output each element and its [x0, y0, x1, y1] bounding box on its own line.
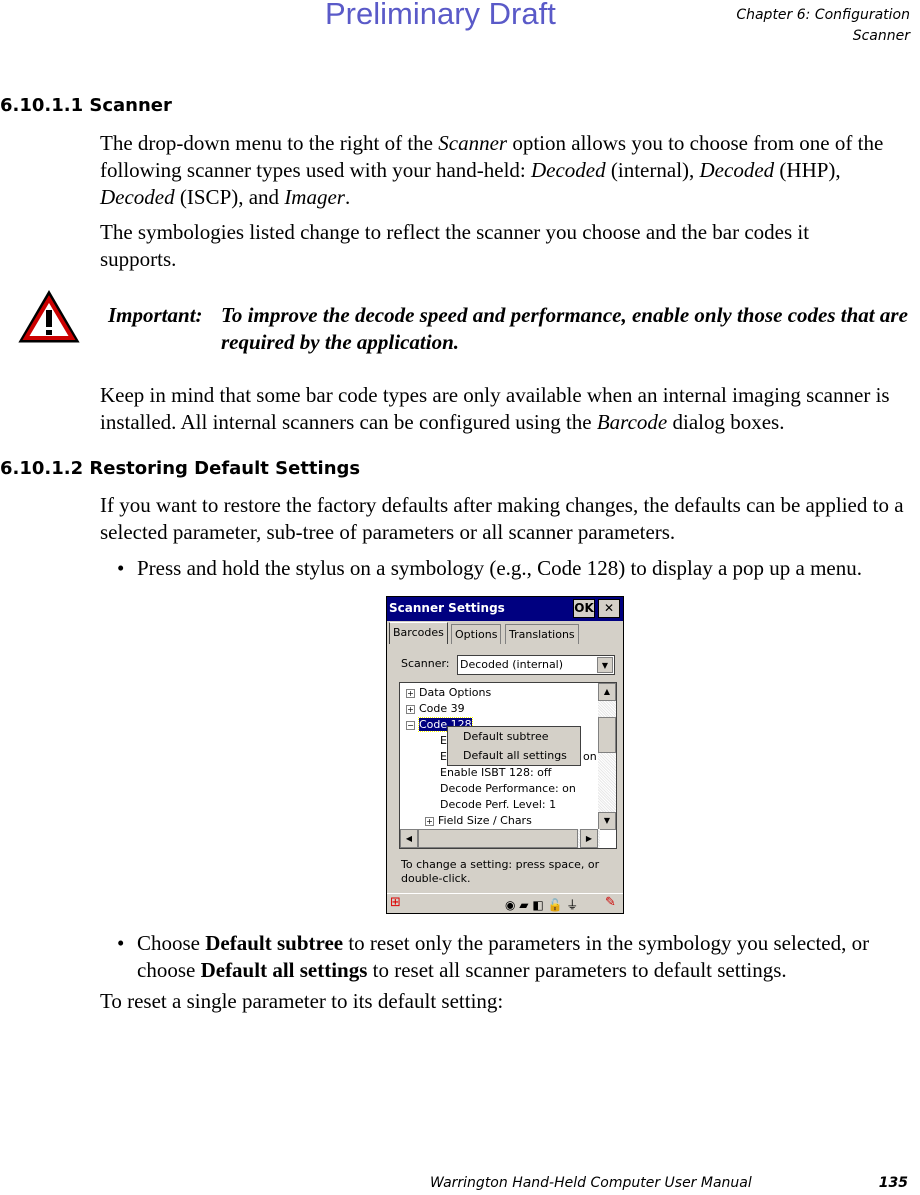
- scanner-label: Scanner:: [401, 657, 450, 670]
- heading-restoring-defaults: 6.10.1.2 Restoring Default Settings: [0, 458, 361, 479]
- tree-item[interactable]: Enable ISBT 128: off: [440, 766, 551, 779]
- paragraph-imaging: Keep in mind that some bar code types ar…: [100, 383, 890, 434]
- expand-icon: +: [406, 688, 415, 698]
- tree-item[interactable]: Decode Perf. Level: 1: [440, 798, 556, 811]
- paragraph-restore: If you want to restore the factory defau…: [100, 493, 904, 544]
- running-header: Chapter 6: Configuration Scanner: [736, 5, 910, 47]
- context-menu: Default subtree Default all settings: [447, 726, 581, 766]
- title-bar: Scanner Settings OK ✕: [387, 597, 623, 621]
- tree-item[interactable]: Decode Performance: on: [440, 782, 576, 795]
- expand-icon: +: [406, 704, 415, 714]
- start-windows-icon[interactable]: ⊞: [390, 895, 401, 910]
- chapter-title: Chapter 6: Configuration: [736, 7, 910, 23]
- bullet-press-hold: • Press and hold the stylus on a symbolog…: [117, 556, 863, 580]
- stylus-pen-icon[interactable]: ✎: [605, 895, 616, 910]
- collapse-icon: −: [406, 720, 415, 730]
- scroll-down-icon[interactable]: ▼: [598, 812, 616, 830]
- preliminary-draft-watermark: Preliminary Draft: [325, 0, 556, 31]
- tab-barcodes[interactable]: Barcodes: [389, 622, 448, 644]
- footer-manual-title: Warrington Hand-Held Computer User Manua…: [430, 1175, 752, 1191]
- ok-button[interactable]: OK: [573, 599, 595, 618]
- scroll-right-icon[interactable]: ▶: [580, 829, 598, 848]
- vertical-scrollbar[interactable]: ▲ ▼: [598, 683, 616, 830]
- scanner-dropdown[interactable]: Decoded (internal) ▼: [457, 655, 615, 675]
- scanner-settings-screenshot: Scanner Settings OK ✕ Barcodes Options T…: [386, 596, 624, 914]
- chevron-down-icon[interactable]: ▼: [597, 657, 613, 673]
- close-button[interactable]: ✕: [598, 599, 620, 618]
- paragraph-reset-single: To reset a single parameter to its defau…: [100, 989, 504, 1013]
- tree-item-tail: on: [583, 750, 597, 763]
- bullet-choose-default: • Choose Default subtree to reset only th…: [117, 931, 870, 982]
- important-note: Important: To improve the decode speed an…: [108, 303, 908, 354]
- hint-text: To change a setting: press space, or dou…: [401, 858, 600, 885]
- tray-icons: ◉ ▰ ◧ 🔓 ⏚: [505, 898, 579, 912]
- scroll-up-icon[interactable]: ▲: [598, 683, 616, 701]
- tree-item[interactable]: E: [440, 734, 447, 747]
- taskbar: ⊞ ◉ ▰ ◧ 🔓 ⏚ ✎: [387, 893, 623, 913]
- section-title: Scanner: [852, 28, 910, 44]
- tree-item[interactable]: + Field Size / Chars: [425, 814, 532, 827]
- page-number: 135: [878, 1175, 908, 1191]
- menu-item-default-all-settings[interactable]: Default all settings: [463, 749, 567, 762]
- scroll-left-icon[interactable]: ◀: [400, 829, 418, 848]
- paragraph-scanner-types: The drop-down menu to the right of the S…: [100, 131, 884, 209]
- tree-item[interactable]: + Data Options: [406, 686, 491, 699]
- heading-scanner: 6.10.1.1 Scanner: [0, 95, 172, 116]
- menu-item-default-subtree[interactable]: Default subtree: [463, 730, 549, 743]
- warning-icon: [18, 290, 80, 343]
- tab-translations[interactable]: Translations: [505, 624, 579, 644]
- expand-icon: +: [425, 816, 434, 826]
- tree-item[interactable]: E: [440, 750, 447, 763]
- hscroll-thumb[interactable]: [418, 829, 578, 848]
- paragraph-symbologies: The symbologies listed change to reflect…: [100, 220, 810, 271]
- tree-item[interactable]: + Code 39: [406, 702, 465, 715]
- horizontal-scrollbar[interactable]: ◀ ▶: [400, 829, 600, 848]
- scroll-thumb[interactable]: [598, 717, 616, 753]
- tab-options[interactable]: Options: [451, 624, 502, 644]
